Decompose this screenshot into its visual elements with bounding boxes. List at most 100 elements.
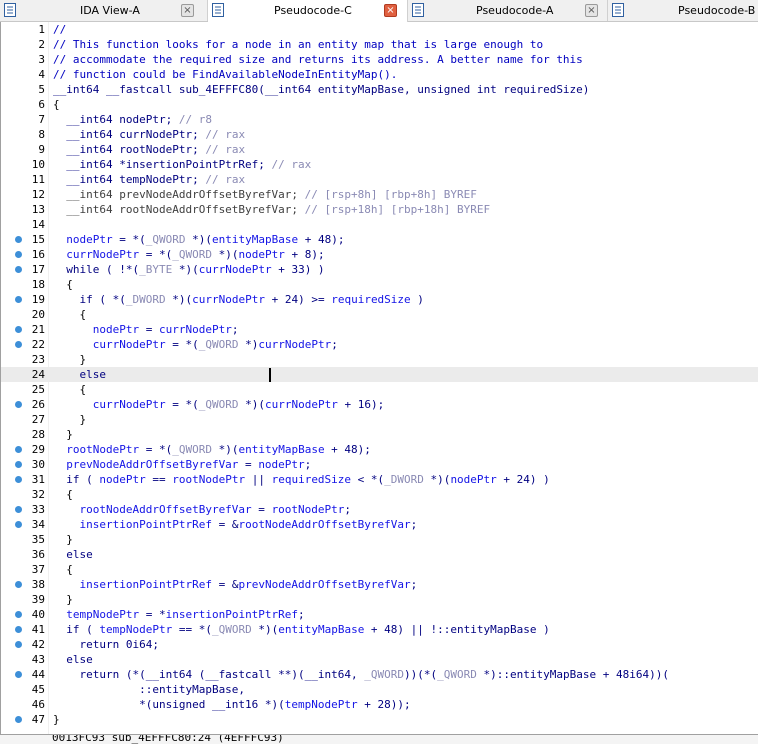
code-token: if (: [53, 473, 100, 486]
code-token: if (: [53, 623, 100, 636]
line-number: 26: [31, 398, 45, 411]
code-token: entityMapBase: [278, 623, 365, 636]
code-line[interactable]: 21 nodePtr = currNodePtr;: [1, 322, 758, 337]
code-line[interactable]: 20 {: [1, 307, 758, 322]
code-line[interactable]: 40 tempNodePtr = *insertionPointPtrRef;: [1, 607, 758, 622]
code-line[interactable]: 46 *(unsigned __int16 *)(tempNodePtr + 2…: [1, 697, 758, 712]
code-line[interactable]: 12 __int64 prevNodeAddrOffsetByrefVar; /…: [1, 187, 758, 202]
line-number: 22: [31, 338, 45, 351]
code-line[interactable]: 23 }: [1, 352, 758, 367]
code-text: if ( tempNodePtr == *(_QWORD *)(entityMa…: [53, 622, 550, 637]
line-number: 43: [31, 653, 45, 666]
code-text: else: [53, 547, 93, 562]
code-line[interactable]: 34 insertionPointPtrRef = &rootNodeAddrO…: [1, 517, 758, 532]
code-line[interactable]: 5 __int64 __fastcall sub_4EFFFC80(__int64…: [1, 82, 758, 97]
code-line[interactable]: 42 return 0i64;: [1, 637, 758, 652]
line-number: 33: [31, 503, 45, 516]
tab-pseudocode-c[interactable]: Pseudocode-C ×: [208, 0, 408, 22]
code-token: {: [53, 488, 73, 501]
code-line[interactable]: 3 // accommodate the required size and re…: [1, 52, 758, 67]
close-icon[interactable]: ×: [181, 4, 194, 17]
code-line[interactable]: 38 insertionPointPtrRef = &prevNodeAddrO…: [1, 577, 758, 592]
code-line[interactable]: 22 currNodePtr = *(_QWORD *)currNodePtr;: [1, 337, 758, 352]
code-token: }: [53, 713, 60, 726]
line-number: 34: [31, 518, 45, 531]
code-line[interactable]: 10 __int64 *insertionPointPtrRef; // rax: [1, 157, 758, 172]
code-line[interactable]: 37 {: [1, 562, 758, 577]
code-token: nodePtr: [258, 458, 305, 471]
code-line[interactable]: 9 __int64 rootNodePtr; // rax: [1, 142, 758, 157]
code-line[interactable]: 41 if ( tempNodePtr == *(_QWORD *)(entit…: [1, 622, 758, 637]
code-line[interactable]: 32 {: [1, 487, 758, 502]
code-text: __int64 rootNodeAddrOffsetByrefVar; // […: [53, 202, 490, 217]
code-token: __int64 *insertionPointPtrRef;: [53, 158, 272, 171]
line-number: 14: [31, 218, 45, 231]
code-token: // rax: [205, 128, 246, 141]
code-line[interactable]: 2 // This function looks for a node in an…: [1, 37, 758, 52]
line-number: 9: [38, 143, 45, 156]
pseudocode-view[interactable]: 1 // 2 // This function looks for a node in…: [0, 22, 758, 734]
code-line[interactable]: 14: [1, 217, 758, 232]
line-number: 36: [31, 548, 45, 561]
code-line[interactable]: 27 }: [1, 412, 758, 427]
code-line[interactable]: 13 __int64 rootNodeAddrOffsetByrefVar; /…: [1, 202, 758, 217]
line-number: 25: [31, 383, 45, 396]
code-line[interactable]: 7 __int64 nodePtr; // r8: [1, 112, 758, 127]
code-line[interactable]: 26 currNodePtr = *(_QWORD *)(currNodePtr…: [1, 397, 758, 412]
code-token: = &: [211, 578, 239, 591]
code-line[interactable]: 28 }: [1, 427, 758, 442]
code-line[interactable]: 15 nodePtr = *(_QWORD *)(entityMapBase +…: [1, 232, 758, 247]
close-icon[interactable]: ×: [585, 4, 598, 17]
code-line[interactable]: 17 while ( !*(_BYTE *)(currNodePtr + 33)…: [1, 262, 758, 277]
code-token: _DWORD: [125, 293, 166, 306]
code-token: {: [53, 308, 87, 321]
code-line[interactable]: 30 prevNodeAddrOffsetByrefVar = nodePtr;: [1, 457, 758, 472]
code-line[interactable]: 8 __int64 currNodePtr; // rax: [1, 127, 758, 142]
code-line[interactable]: 6{: [1, 97, 758, 112]
code-line[interactable]: 24 else: [1, 367, 758, 382]
code-line[interactable]: 29 rootNodePtr = *(_QWORD *)(entityMapBa…: [1, 442, 758, 457]
code-line[interactable]: 39 }: [1, 592, 758, 607]
code-line[interactable]: 31 if ( nodePtr == rootNodePtr || requir…: [1, 472, 758, 487]
code-token: _QWORD: [211, 623, 252, 636]
code-line[interactable]: 1 //: [1, 22, 758, 37]
code-line[interactable]: 33 rootNodeAddrOffsetByrefVar = rootNode…: [1, 502, 758, 517]
code-text: __int64 __fastcall sub_4EFFFC80(__int64 …: [53, 82, 589, 97]
code-token: + 28));: [357, 698, 411, 711]
code-text: currNodePtr = *(_QWORD *)(currNodePtr + …: [53, 397, 384, 412]
code-token: requiredSize: [271, 473, 352, 486]
code-line[interactable]: 44 return (*(__int64 (__fastcall **)(__i…: [1, 667, 758, 682]
code-token: }: [53, 428, 73, 441]
code-token: else: [53, 548, 93, 561]
code-line[interactable]: 47}: [1, 712, 758, 727]
code-line[interactable]: 4 // function could be FindAvailableNodeI…: [1, 67, 758, 82]
code-token: {: [53, 383, 87, 396]
tab-pseudocode-b[interactable]: Pseudocode-B: [608, 0, 758, 21]
code-line[interactable]: 11 __int64 tempNodePtr; // rax: [1, 172, 758, 187]
code-line[interactable]: 45 ::entityMapBase,: [1, 682, 758, 697]
code-token: = &: [211, 518, 239, 531]
code-token: entityMapBase: [238, 443, 325, 456]
code-text: {: [53, 487, 73, 502]
line-number: 32: [31, 488, 45, 501]
code-token: = *: [139, 608, 166, 621]
line-number: 45: [31, 683, 45, 696]
line-number: 23: [31, 353, 45, 366]
tab-pseudocode-a[interactable]: Pseudocode-A ×: [408, 0, 608, 21]
line-number: 39: [31, 593, 45, 606]
code-line[interactable]: 25 {: [1, 382, 758, 397]
code-text: rootNodeAddrOffsetByrefVar = rootNodePtr…: [53, 502, 351, 517]
tab-ida-view-a[interactable]: IDA View-A ×: [0, 0, 208, 21]
code-token: return (*(__int64 (__fastcall **)(__int6…: [53, 668, 365, 681]
code-token: *(unsigned __int16 *)(: [53, 698, 285, 711]
code-token: currNodePtr: [53, 398, 166, 411]
line-number: 21: [31, 323, 45, 336]
code-line[interactable]: 43 else: [1, 652, 758, 667]
code-token: //: [53, 23, 67, 36]
code-line[interactable]: 19 if ( *(_DWORD *)(currNodePtr + 24) >=…: [1, 292, 758, 307]
code-line[interactable]: 18 {: [1, 277, 758, 292]
code-line[interactable]: 36 else: [1, 547, 758, 562]
close-icon[interactable]: ×: [384, 4, 397, 17]
code-line[interactable]: 16 currNodePtr = *(_QWORD *)(nodePtr + 8…: [1, 247, 758, 262]
code-line[interactable]: 35 }: [1, 532, 758, 547]
